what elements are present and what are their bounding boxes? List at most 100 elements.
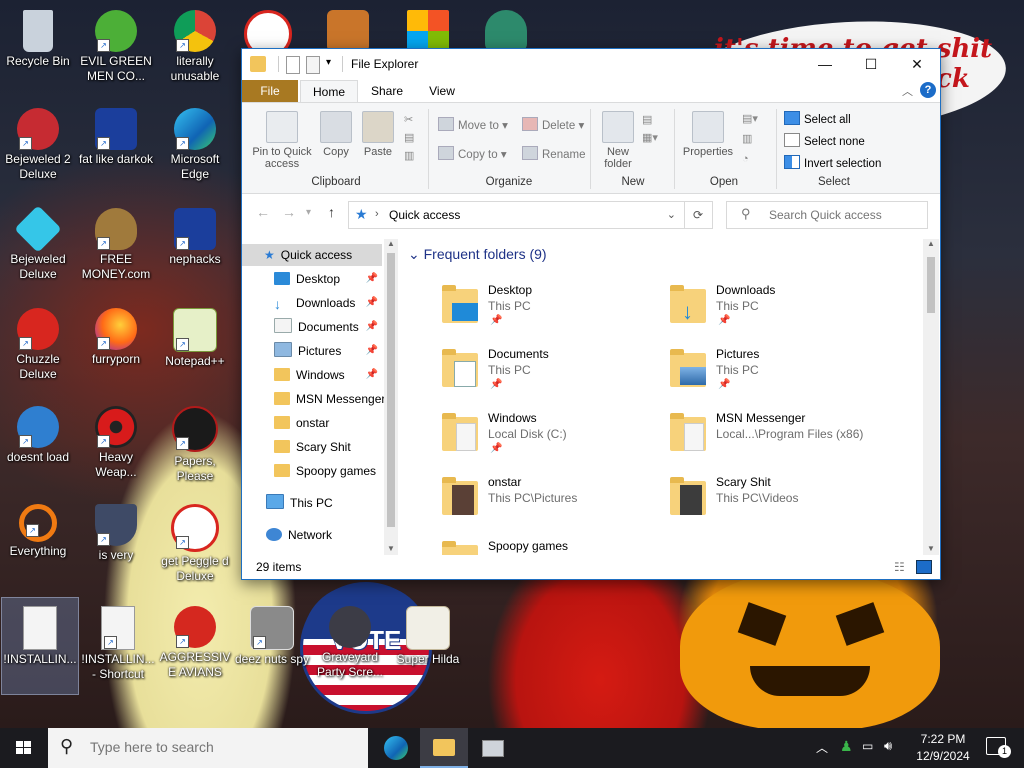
tab-view[interactable]: View — [418, 80, 466, 102]
nav-item-downloads[interactable]: ↓ Downloads 📌 — [242, 292, 382, 314]
recent-locations-chevron-icon[interactable]: ▾ — [306, 207, 311, 218]
nav-item-onstar[interactable]: onstar — [242, 412, 382, 434]
desktop-icon-is-very[interactable]: ↗ is very — [78, 496, 154, 592]
nav-this-pc[interactable]: This PC — [242, 492, 382, 514]
desktop-icon-microsoft-edge[interactable]: ↗ Microsoft Edge — [157, 100, 233, 196]
nav-quick-access[interactable]: ★ Quick access — [242, 244, 382, 266]
clipboard-small-actions[interactable]: ✂ ▤ ▥ — [404, 111, 414, 165]
scroll-down-icon[interactable]: ▼ — [927, 544, 935, 553]
new-folder-button[interactable]: New folder — [598, 111, 638, 170]
nav-network[interactable]: Network — [242, 524, 382, 546]
volume-icon[interactable]: 🔊︎ — [884, 738, 892, 754]
delete-button[interactable]: Delete ▾ — [522, 117, 584, 133]
desktop-icon-papers-please[interactable]: ↗ Papers, Please — [157, 398, 233, 494]
open-small-actions[interactable]: ▤▾ ▥ ◔ — [742, 109, 758, 169]
nav-item-pictures[interactable]: Pictures 📌 — [242, 340, 382, 362]
properties-button[interactable]: Properties — [678, 111, 738, 158]
close-button[interactable]: ✕ — [894, 49, 940, 80]
desktop-icon-notepad-plus-plus[interactable]: ↗ Notepad++ — [157, 300, 233, 396]
folder-tile-desktop[interactable]: Desktop This PC 📌 — [438, 279, 660, 339]
select-all-button[interactable]: Select all — [784, 111, 851, 127]
scroll-up-icon[interactable]: ▲ — [387, 239, 395, 248]
nav-item-documents[interactable]: Documents 📌 — [242, 316, 382, 338]
help-icon[interactable]: ? — [920, 82, 936, 98]
nav-item-windows[interactable]: Windows 📌 — [242, 364, 382, 386]
desktop-icon-recycle-bin[interactable]: Recycle Bin — [0, 2, 76, 98]
properties-icon[interactable] — [286, 56, 300, 74]
search-box[interactable]: ⚲ — [726, 201, 928, 229]
desktop-icon-doesnt-load[interactable]: ↗ doesnt load — [0, 398, 76, 494]
messenger-tray-icon[interactable]: ♟ — [840, 738, 853, 755]
tab-file[interactable]: File — [242, 80, 298, 102]
desktop-icon-installing-shortcut[interactable]: ↗ !INSTALLIN... - Shortcut — [80, 598, 156, 694]
desktop-icon-everything[interactable]: ↗ Everything — [0, 496, 76, 592]
address-dropdown-chevron-icon[interactable]: ⌄ — [667, 208, 676, 221]
large-icons-view-icon[interactable] — [916, 560, 932, 574]
taskbar-search-input[interactable] — [88, 738, 352, 756]
copy-button[interactable]: Copy — [318, 111, 354, 158]
frequent-folders-header[interactable]: ⌄ Frequent folders (9) — [408, 246, 547, 263]
invert-selection-button[interactable]: Invert selection — [784, 155, 881, 171]
content-scrollbar[interactable]: ▲ ▼ — [923, 239, 939, 555]
scroll-down-icon[interactable]: ▼ — [387, 544, 395, 553]
desktop-icon-chuzzle-deluxe[interactable]: ↗ Chuzzle Deluxe — [0, 300, 76, 396]
up-arrow-icon[interactable]: ↑ — [328, 204, 335, 220]
start-button[interactable] — [0, 728, 48, 768]
folder-tile-downloads[interactable]: ↓ Downloads This PC 📌 — [666, 279, 888, 339]
desktop-icon-evil-green-men[interactable]: ↗ EVIL GREEN MEN CO... — [78, 2, 154, 98]
nav-item-spoopy-games[interactable]: Spoopy games — [242, 460, 382, 482]
folder-tile-msn-messenger[interactable]: MSN Messenger Local...\Program Files (x8… — [666, 407, 888, 467]
details-view-icon[interactable]: ☷ — [894, 560, 905, 574]
nav-scrollbar[interactable]: ▲ ▼ — [384, 239, 398, 555]
desktop-icon-bejeweled-2[interactable]: ↗ Bejeweled 2 Deluxe — [0, 100, 76, 196]
desktop-icon-aggressive-avians[interactable]: ↗ AGGRESSIVE AVIANS — [157, 598, 233, 694]
folder-tile-documents[interactable]: Documents This PC 📌 — [438, 343, 660, 403]
customize-toolbar-chevron-icon[interactable]: ▾ — [326, 57, 331, 73]
desktop-icon-deez-nuts-spy[interactable]: ↗ deez nuts spy — [234, 598, 310, 694]
folder-tile-spoopy-games[interactable]: Spoopy games — [438, 535, 660, 555]
search-input[interactable] — [767, 207, 921, 223]
refresh-button[interactable]: ⟳ — [684, 201, 713, 229]
content-scrollbar-thumb[interactable] — [927, 257, 935, 313]
nav-item-msn-messenger[interactable]: MSN Messenger — [242, 388, 384, 410]
nav-item-scary-shit[interactable]: Scary Shit — [242, 436, 382, 458]
tab-home[interactable]: Home — [300, 80, 358, 103]
nav-item-desktop[interactable]: Desktop 📌 — [242, 268, 382, 290]
new-item-small-actions[interactable]: ▤ ▦▾ — [642, 111, 658, 147]
forward-arrow-icon[interactable]: → — [282, 204, 296, 220]
taskbar-app-3[interactable] — [468, 728, 516, 768]
desktop-icon-furryporn[interactable]: ↗ furryporn — [78, 300, 154, 396]
new-folder-icon[interactable] — [306, 56, 320, 74]
folder-tile-windows[interactable]: Windows Local Disk (C:) 📌 — [438, 407, 660, 467]
back-arrow-icon[interactable]: ← — [256, 204, 270, 220]
pin-to-quick-access-button[interactable]: Pin to Quick access — [248, 111, 316, 170]
desktop-icon-nephacks[interactable]: ↗ nephacks — [157, 200, 233, 296]
scroll-up-icon[interactable]: ▲ — [927, 239, 935, 248]
title-bar[interactable]: ▾ File Explorer — ☐ ✕ — [242, 49, 940, 80]
clock-time[interactable]: 7:22 PM — [913, 732, 973, 746]
desktop-icon-free-money[interactable]: ↗ FREE MONEY.com — [78, 200, 154, 296]
desktop-icon-graveyard-party[interactable]: Graveyard Party Scre... — [312, 598, 388, 694]
desktop-icon-installing[interactable]: !INSTALLIN... — [1, 597, 79, 695]
select-none-button[interactable]: Select none — [784, 133, 865, 149]
minimize-button[interactable]: — — [802, 49, 848, 80]
desktop-icon-fat-like-darkok[interactable]: ↗ fat like darkok — [78, 100, 154, 196]
show-hidden-icons-chevron-icon[interactable]: ︿ — [816, 739, 828, 756]
desktop-icon-super-hilda[interactable]: Super Hilda — [390, 598, 466, 694]
maximize-button[interactable]: ☐ — [848, 49, 894, 80]
taskbar-edge[interactable] — [372, 728, 420, 768]
rename-button[interactable]: Rename — [522, 146, 585, 162]
taskbar-file-explorer[interactable] — [420, 728, 468, 768]
copy-to-button[interactable]: Copy to ▾ — [438, 146, 507, 162]
paste-button[interactable]: Paste — [358, 111, 398, 158]
address-bar[interactable]: ★ › Quick access ⌄ — [348, 201, 685, 229]
folder-tile-pictures[interactable]: Pictures This PC 📌 — [666, 343, 888, 403]
move-to-button[interactable]: Move to ▾ — [438, 117, 508, 133]
file-explorer-window[interactable]: ▾ File Explorer — ☐ ✕ File Home Share Vi… — [241, 48, 941, 580]
folder-tile-scary-shit[interactable]: Scary Shit This PC\Videos — [666, 471, 888, 531]
desktop-icon-heavy-weapon[interactable]: ↗ Heavy Weap... — [78, 398, 154, 494]
desktop-icon-literally-unusable[interactable]: ↗ literally unusable — [157, 2, 233, 98]
nav-scrollbar-thumb[interactable] — [387, 253, 395, 527]
clock-date[interactable]: 12/9/2024 — [913, 749, 973, 763]
desktop-icon-bejeweled-deluxe[interactable]: Bejeweled Deluxe — [0, 200, 76, 296]
